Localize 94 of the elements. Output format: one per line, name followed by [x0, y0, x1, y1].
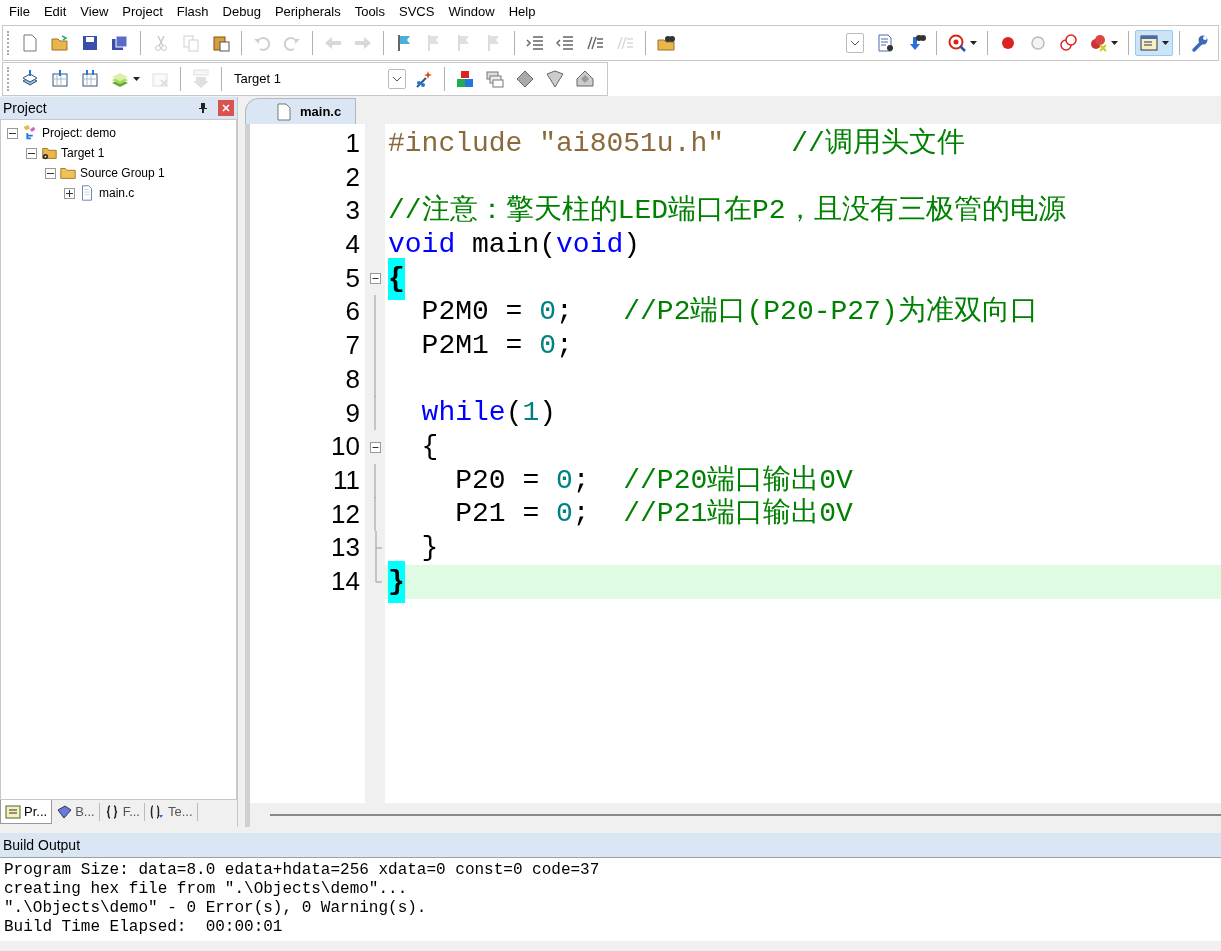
code-line: while(1): [420, 396, 558, 431]
stacked-windows-icon: [485, 69, 505, 89]
window-icon: [1139, 33, 1159, 53]
line-number: 13: [330, 531, 361, 565]
grid-arrow-icon: [50, 69, 70, 89]
line-number: 14: [330, 564, 361, 598]
tree-item[interactable]: Project: demo: [42, 124, 117, 142]
code-line: void main(void): [387, 228, 642, 262]
menu-item[interactable]: View: [73, 2, 116, 22]
line-number: 6: [344, 295, 361, 329]
line-number: 3: [344, 194, 361, 228]
tree-toggle[interactable]: [26, 147, 37, 159]
dropdown-button[interactable]: [388, 69, 406, 89]
window-button[interactable]: [1135, 30, 1173, 56]
target-field[interactable]: Target 1: [234, 69, 388, 89]
save-all-icon: [110, 33, 130, 53]
double-circle-icon: [1058, 33, 1078, 53]
line-number: 7: [344, 329, 361, 363]
tree-item[interactable]: Target 1: [61, 144, 105, 162]
menu-item[interactable]: File: [2, 2, 37, 22]
code-line: {: [420, 430, 440, 464]
code-line: P21 = 0; //P21端口输出0V: [454, 497, 854, 532]
menu-item[interactable]: Flash: [169, 2, 216, 22]
output-line: Build Time Elapsed: 00:00:01: [4, 918, 284, 937]
load-arrow-icon: [191, 69, 211, 89]
code-line: P2M1 = 0;: [420, 329, 574, 363]
panel-title: Build Output: [3, 835, 81, 855]
line-number: 11: [332, 463, 361, 497]
menu-item[interactable]: Peripherals: [267, 2, 348, 22]
menu-item[interactable]: Window: [441, 2, 502, 22]
horizontal-scrollbar[interactable]: [250, 803, 1221, 827]
tree-toggle[interactable]: [7, 127, 18, 139]
save-icon: [80, 33, 100, 53]
line-number: 4: [344, 228, 361, 262]
dropdown-button[interactable]: [846, 33, 864, 53]
code-line: }: [420, 531, 440, 565]
panel-tab[interactable]: F...: [99, 803, 145, 821]
menu-item[interactable]: Edit: [36, 2, 74, 22]
copy-icon: [181, 33, 201, 53]
menu-item[interactable]: Help: [501, 2, 543, 22]
clipboard-icon: [211, 33, 231, 53]
indent-icon: [525, 33, 545, 53]
grid-arrows-icon: [80, 69, 100, 89]
line-number: 12: [330, 497, 361, 531]
chevron-icon: [850, 40, 860, 46]
document-binoculars-icon: [876, 33, 896, 53]
diamond-icon: [515, 69, 535, 89]
code-line: //注意：擎天柱的LED端口在P2，且没有三极管的电源: [387, 194, 1067, 229]
output-line: Program Size: data=8.0 edata+hdata=256 xdata=0 const=0 code=37: [4, 861, 601, 880]
hollow-circle-icon: [1028, 33, 1048, 53]
code-line: #include "ai8051u.h" //调用头文件: [387, 127, 966, 161]
tree-toggle[interactable]: [45, 167, 56, 179]
open-folder-icon: [50, 33, 70, 53]
close-icon[interactable]: [218, 100, 234, 116]
book-icon: [56, 804, 73, 820]
wrench-icon: [1190, 33, 1210, 53]
blocks-icon: [455, 69, 475, 89]
menu-item[interactable]: Debug: [215, 2, 268, 22]
output-line: ".\Objects\demo" - 0 Error(s), 0 Warning(s).: [4, 899, 428, 918]
magnifier-icon: [947, 33, 967, 53]
new-file-icon: [20, 33, 40, 53]
panel-title: Project: [3, 98, 47, 118]
file-icon: [276, 102, 292, 121]
pin-icon[interactable]: [198, 102, 208, 114]
line-number: 5: [344, 261, 361, 295]
diamond-grid-icon: [575, 69, 595, 89]
tree-item[interactable]: main.c: [99, 184, 135, 202]
menu-item[interactable]: Tools: [347, 2, 392, 22]
fold-toggle[interactable]: [369, 441, 381, 453]
output-line: creating hex file from ".\Objects\demo"...: [4, 880, 409, 899]
editor-tab[interactable]: main.c: [245, 98, 357, 124]
unindent-icon: [555, 33, 575, 53]
menu-item[interactable]: Project: [115, 2, 170, 22]
panel-tab[interactable]: B...: [52, 803, 100, 821]
line-number: 10: [330, 430, 361, 464]
chevron-icon: [392, 76, 402, 82]
panel-icon: [5, 803, 21, 820]
tree-item[interactable]: Source Group 1: [80, 164, 165, 182]
code-line: P20 = 0; //P20端口输出0V: [454, 463, 854, 498]
fold-toggle[interactable]: [369, 273, 381, 285]
panel-tab[interactable]: Pr...: [0, 800, 53, 824]
menu-item[interactable]: SVCS: [392, 2, 442, 22]
magic-wand-icon: [414, 69, 434, 89]
diamond-funnel-icon: [545, 69, 565, 89]
tree-toggle[interactable]: [64, 187, 75, 199]
circles-cross-icon: [1088, 33, 1108, 53]
template-icon: [149, 804, 165, 820]
line-number: 8: [344, 362, 361, 396]
folder-binoculars-icon: [656, 33, 676, 53]
line-number: 1: [344, 127, 361, 160]
code-line: P2M0 = 0; //P2端口(P20-P27)为准双向口: [420, 295, 1039, 330]
panel-tab[interactable]: Te...: [145, 803, 198, 821]
line-number: 2: [344, 160, 361, 194]
line-number: 9: [344, 396, 361, 430]
